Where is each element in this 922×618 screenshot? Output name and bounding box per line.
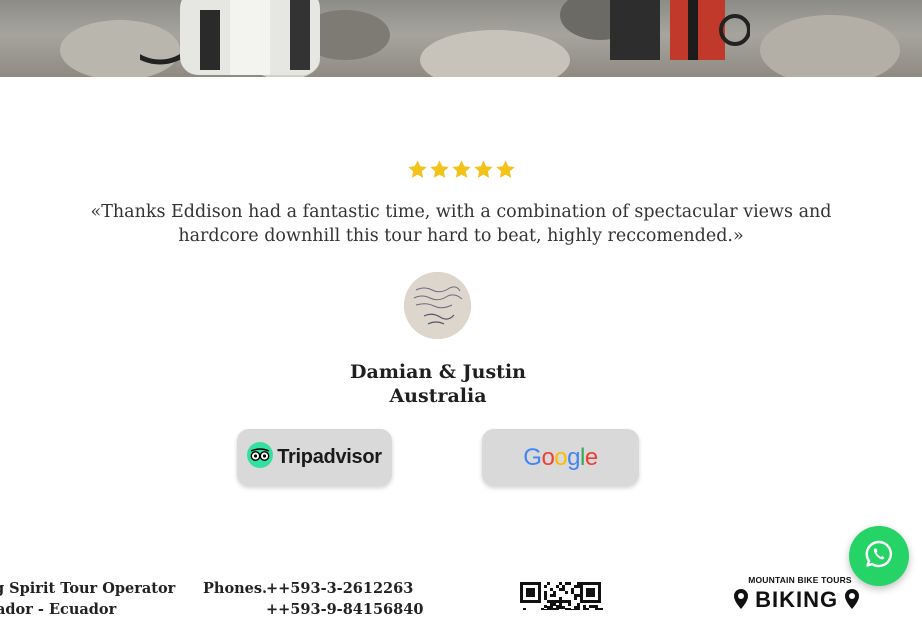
- author-country: Australia: [389, 385, 487, 407]
- brand-wordmark: BIKING: [734, 587, 879, 610]
- star-rating: [0, 159, 922, 180]
- google-letter: G: [523, 443, 542, 471]
- google-letter: o: [541, 443, 555, 471]
- footer-phones-label: Phones.: [203, 580, 268, 597]
- footer-phone-1[interactable]: ++593-3-2612263: [266, 580, 413, 597]
- star-icon: [407, 160, 427, 178]
- biking-brand-logo[interactable]: MOUNTAIN BIKE TOURS BIKING: [734, 575, 879, 610]
- author-avatar: [404, 272, 471, 339]
- google-letter: g: [567, 443, 581, 471]
- star-icon: [495, 160, 515, 178]
- bike-right-image: [610, 0, 750, 60]
- testimonial-author: Damian & Justin Australia: [0, 360, 876, 408]
- star-icon: [473, 160, 493, 178]
- google-button[interactable]: Google: [482, 429, 639, 486]
- map-pin-icon: [734, 587, 755, 610]
- star-icon: [451, 160, 471, 178]
- google-letter: o: [554, 443, 568, 471]
- tripadvisor-label: Tripadvisor: [277, 446, 382, 468]
- bike-left-image: [140, 0, 320, 75]
- hero-photo: [0, 0, 922, 77]
- map-pin-icon: [838, 587, 860, 610]
- author-name: Damian & Justin: [350, 361, 526, 383]
- brand-tagline: MOUNTAIN BIKE TOURS: [748, 575, 852, 585]
- brand-name: BIKING: [755, 587, 839, 610]
- testimonial-quote: «Thanks Eddison had a fantastic time, wi…: [90, 202, 832, 246]
- star-icon: [429, 160, 449, 178]
- google-logo: Google: [523, 443, 598, 472]
- tripadvisor-button[interactable]: Tripadvisor: [237, 429, 392, 486]
- qr-code-image: [518, 580, 603, 610]
- whatsapp-icon: [864, 539, 894, 573]
- google-letter: e: [584, 443, 598, 471]
- footer-company-name: g Spirit Tour Operator: [0, 580, 176, 597]
- tripadvisor-owl-icon: [247, 442, 274, 473]
